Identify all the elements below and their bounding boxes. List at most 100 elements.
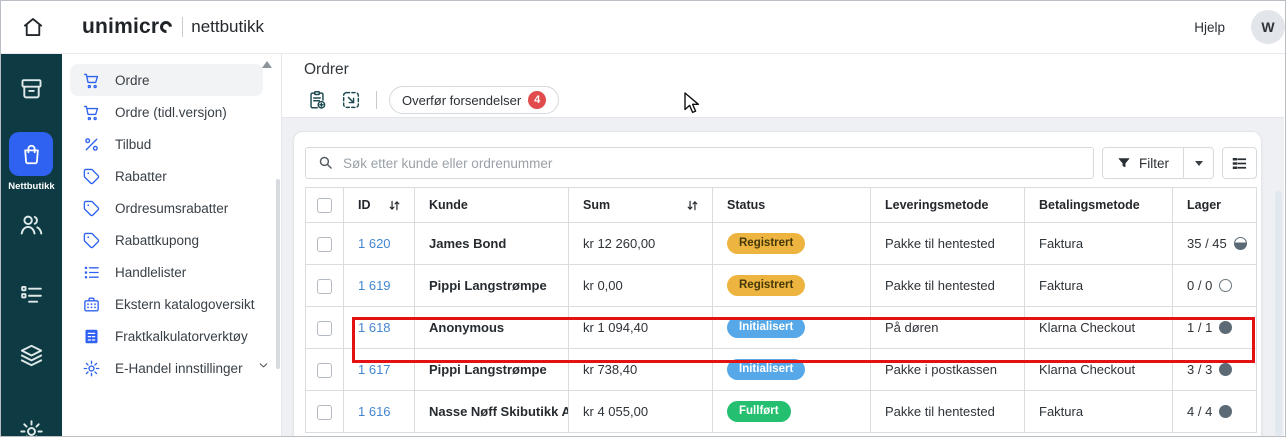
transfer-shipments-button[interactable]: Overfør forsendelser 4	[389, 86, 559, 114]
sidebar-item-rabattkupong[interactable]: Rabattkupong	[70, 224, 263, 256]
gear-icon[interactable]	[18, 418, 45, 437]
sidebar-item-ordre[interactable]: Ordre	[70, 64, 263, 96]
sidebar-item-fraktkalkulatorverkt-y[interactable]: Fraktkalkulatorverktøy	[70, 320, 263, 352]
column-view-button[interactable]	[1222, 147, 1257, 179]
customer-cell: Anonymous	[415, 307, 569, 349]
brand-logo: unimicr nettbutikk	[82, 15, 264, 39]
active-module-tile[interactable]	[9, 132, 53, 176]
order-id-cell: 1 616	[344, 391, 415, 433]
sum-cell: kr 4 055,00	[569, 391, 713, 433]
page-scrollbar[interactable]	[1275, 191, 1282, 436]
percent-icon	[82, 135, 101, 154]
sidebar-item-handlelister[interactable]: Handlelister	[70, 256, 263, 288]
module-rail: Nettbutikk	[1, 54, 62, 436]
order-row-1619[interactable]: 1 619Pippi Langstrømpekr 0,00RegistrertP…	[306, 265, 1257, 307]
sum-cell: kr 12 260,00	[569, 223, 713, 265]
row-select-cell	[306, 265, 344, 307]
select-all-checkbox[interactable]	[317, 198, 332, 213]
select-all-header	[306, 188, 344, 223]
order-id-cell: 1 620	[344, 223, 415, 265]
order-id-link[interactable]: 1 619	[358, 278, 391, 293]
table-header-row: IDKundeSumStatusLeveringsmetodeBetalings…	[306, 188, 1257, 223]
sort-icon[interactable]	[387, 198, 402, 213]
order-id-link[interactable]: 1 620	[358, 236, 391, 251]
order-row-1618[interactable]: 1 618Anonymouskr 1 094,40InitialisertPå …	[306, 307, 1257, 349]
sidebar-item-label: Rabatter	[115, 169, 167, 184]
order-id-link[interactable]: 1 616	[358, 404, 391, 419]
row-checkbox[interactable]	[317, 405, 332, 420]
status-badge: Registrert	[727, 233, 805, 254]
filter-dropdown-button[interactable]	[1183, 148, 1213, 178]
row-select-cell	[306, 391, 344, 433]
sidebar-item-rabatter[interactable]: Rabatter	[70, 160, 263, 192]
row-checkbox[interactable]	[317, 363, 332, 378]
export-orders-icon[interactable]	[338, 87, 364, 113]
sidebar-scroll-up-arrow[interactable]	[262, 61, 272, 68]
catalog-icon	[82, 295, 101, 314]
main-content: Ordrer Overfør forsendelser 4	[282, 54, 1284, 436]
page-header-area: Ordrer Overfør forsendelser 4	[282, 54, 1284, 118]
users-icon[interactable]	[18, 211, 45, 238]
sum-cell: kr 0,00	[569, 265, 713, 307]
sort-icon[interactable]	[685, 198, 700, 213]
order-row-1620[interactable]: 1 620James Bondkr 12 260,00RegistrertPak…	[306, 223, 1257, 265]
filter-label: Filter	[1139, 156, 1169, 171]
payment-method-cell: Klarna Checkout	[1025, 349, 1173, 391]
calculator-icon	[82, 327, 101, 346]
row-checkbox[interactable]	[317, 321, 332, 336]
layers-icon[interactable]	[18, 342, 45, 369]
half-filled-circle-icon	[1234, 237, 1247, 250]
add-order-icon[interactable]	[304, 87, 330, 113]
user-avatar[interactable]: W	[1251, 10, 1285, 44]
delivery-method-cell: Pakke i postkassen	[871, 349, 1025, 391]
logo-divider	[182, 17, 183, 37]
search-box	[305, 147, 1094, 179]
filter-funnel-icon	[1117, 156, 1131, 170]
payment-method-cell: Faktura	[1025, 265, 1173, 307]
sidebar-item-ekstern-katalogoversikt[interactable]: Ekstern katalogoversikt	[70, 288, 263, 320]
payment-method-cell: Faktura	[1025, 391, 1173, 433]
column-header-betalingsmetode: Betalingsmetode	[1025, 188, 1173, 223]
filter-button[interactable]: Filter	[1103, 148, 1183, 178]
list-controls: Filter	[305, 147, 1257, 179]
checklist-icon[interactable]	[18, 281, 45, 308]
order-id-link[interactable]: 1 618	[358, 320, 391, 335]
cart-icon	[82, 103, 101, 122]
column-header-sum[interactable]: Sum	[569, 188, 713, 223]
sidebar-item-ordre-tidl-versjon[interactable]: Ordre (tidl.versjon)	[70, 96, 263, 128]
sidebar-scrollbar[interactable]	[276, 179, 280, 369]
shopping-bag-icon[interactable]: Nettbutikk	[8, 132, 54, 192]
toolbar-divider	[376, 91, 377, 109]
search-icon	[317, 154, 334, 171]
order-id-link[interactable]: 1 617	[358, 362, 391, 377]
cart-icon	[82, 71, 101, 90]
delivery-method-cell: Pakke til hentested	[871, 391, 1025, 433]
order-row-1616[interactable]: 1 616 Nasse Nøff Skibutikk ASkr 4 055,00 F…	[306, 391, 1257, 433]
column-header-id[interactable]: ID	[344, 188, 415, 223]
archive-icon[interactable]	[18, 75, 45, 102]
list-icon	[82, 263, 101, 282]
customer-cell: Nasse Nøff Skibutikk AS	[415, 391, 569, 433]
sidebar-item-tilbud[interactable]: Tilbud	[70, 128, 263, 160]
order-row-1617[interactable]: 1 617Pippi Langstrømpekr 738,40Initialis…	[306, 349, 1257, 391]
orders-toolbar: Overfør forsendelser 4	[304, 86, 1284, 114]
row-checkbox[interactable]	[317, 279, 332, 294]
top-header: unimicr nettbutikk Hjelp W	[1, 1, 1285, 54]
column-header-status: Status	[713, 188, 871, 223]
product-name: nettbutikk	[191, 17, 264, 37]
row-checkbox[interactable]	[317, 237, 332, 252]
orders-table-wrap: IDKundeSumStatusLeveringsmetodeBetalings…	[305, 187, 1257, 433]
customer-cell: James Bond	[415, 223, 569, 265]
order-id-cell: 1 618	[344, 307, 415, 349]
sidebar-item-e-handel-innstillinger[interactable]: E-Handel innstillinger	[70, 352, 263, 384]
home-icon[interactable]	[18, 12, 48, 42]
customer-cell: Pippi Langstrømpe	[415, 349, 569, 391]
status-badge: Initialisert	[727, 317, 805, 338]
search-input[interactable]	[305, 147, 1094, 179]
help-link[interactable]: Hjelp	[1194, 20, 1225, 35]
orders-table: IDKundeSumStatusLeveringsmetodeBetalings…	[305, 187, 1257, 433]
sidebar-item-label: Ekstern katalogoversikt	[115, 297, 255, 312]
stock-cell: 1 / 1	[1173, 307, 1257, 349]
empty-circle-icon	[1219, 279, 1232, 292]
sidebar-item-ordresumsrabatter[interactable]: Ordresumsrabatter	[70, 192, 263, 224]
